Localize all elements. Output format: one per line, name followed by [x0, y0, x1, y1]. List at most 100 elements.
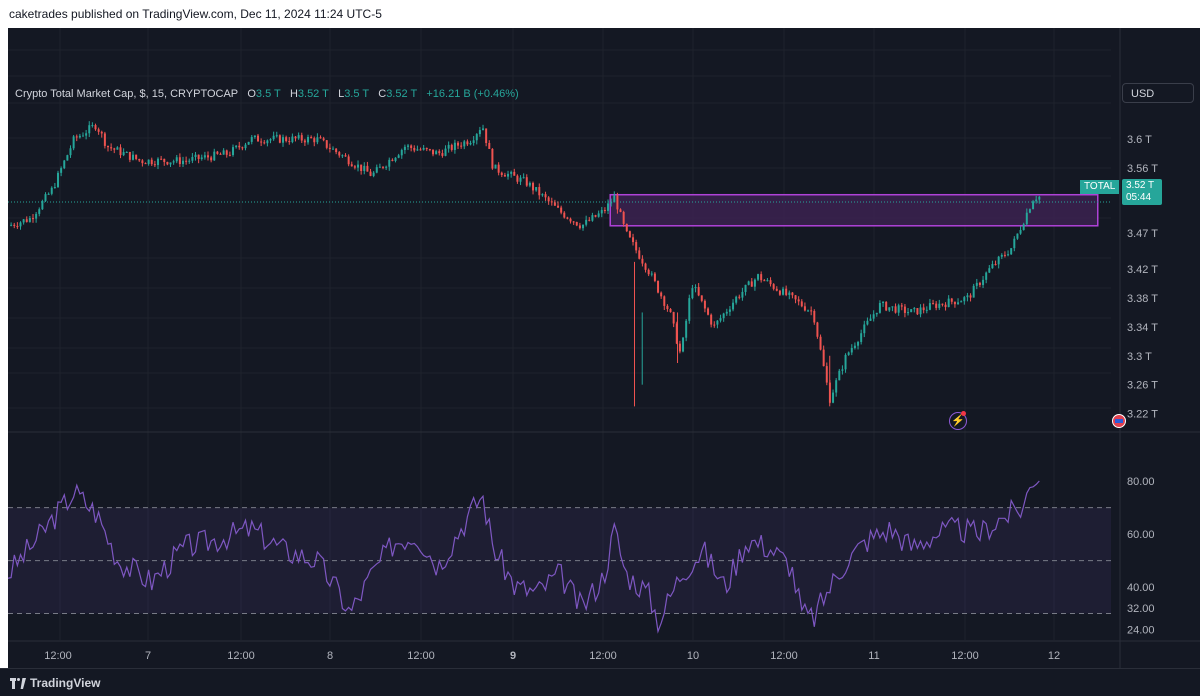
- candle: [903, 304, 906, 318]
- symbol-name[interactable]: Crypto Total Market Cap, $, 15, CRYPTOCA…: [15, 88, 238, 100]
- candle-body: [775, 288, 778, 291]
- candle-body: [472, 140, 475, 143]
- candle: [241, 146, 244, 151]
- candle: [732, 299, 735, 312]
- candle: [319, 135, 322, 139]
- candle-body: [213, 151, 216, 161]
- candle: [585, 215, 588, 227]
- candle-body: [807, 310, 810, 312]
- candle: [478, 126, 481, 137]
- candle: [994, 260, 997, 266]
- candle-body: [391, 159, 394, 161]
- candle-body: [894, 306, 897, 313]
- candle-body: [691, 288, 694, 299]
- candle-body: [1010, 248, 1013, 255]
- candle-body: [853, 345, 856, 348]
- chart-area[interactable]: 3.6 T 3.56 T 3.47 T 3.42 T 3.38 T 3.34 T 3.3 T…: [8, 28, 1200, 668]
- time-axis-label: 12:00: [589, 650, 617, 662]
- candle-body: [994, 264, 997, 266]
- candle: [850, 344, 853, 356]
- candle-body: [122, 152, 125, 156]
- candle-body: [328, 147, 331, 149]
- us-flag-icon[interactable]: [1112, 414, 1126, 428]
- candle-body: [316, 137, 319, 143]
- candle-body: [875, 312, 878, 315]
- candle: [935, 301, 938, 311]
- candle-body: [900, 305, 903, 307]
- time-axis[interactable]: 12:00 7 12:00 8 12:00 9 12:00 10 12:00 11 12:00 12: [8, 640, 1200, 662]
- candle: [191, 153, 194, 164]
- candle-body: [260, 141, 263, 143]
- candle-body: [350, 164, 353, 167]
- candle-body: [303, 140, 306, 143]
- candle-body: [700, 295, 703, 301]
- candle-body: [510, 171, 513, 174]
- candle-body: [250, 137, 253, 142]
- open-value: 3.5 T: [255, 88, 281, 100]
- publish-header: caketrades published on TradingView.com,…: [0, 0, 1200, 28]
- candle-body: [903, 306, 906, 313]
- candle-body: [672, 312, 675, 324]
- candle-body: [732, 302, 735, 310]
- candle: [50, 186, 53, 196]
- candle-body: [847, 352, 850, 355]
- candle: [372, 171, 375, 178]
- candle: [566, 216, 569, 220]
- candle: [453, 139, 456, 154]
- candle: [416, 145, 419, 151]
- candle: [110, 143, 113, 151]
- candle-body: [107, 145, 110, 148]
- candle-body: [41, 200, 44, 210]
- candle: [972, 283, 975, 298]
- rsi-axis[interactable]: 80.00 60.00 40.00 32.00 24.00: [1127, 476, 1155, 636]
- candle-body: [950, 298, 953, 302]
- candle: [10, 222, 13, 227]
- candle: [697, 283, 700, 297]
- candle: [225, 149, 228, 158]
- candle-body: [216, 151, 219, 154]
- rsi-axis-label: 40.00: [1127, 582, 1155, 594]
- candle-body: [703, 300, 706, 309]
- price-axis[interactable]: 3.6 T 3.56 T 3.47 T 3.42 T 3.38 T 3.34 T 3.3 T…: [1127, 134, 1158, 420]
- candle: [878, 300, 881, 314]
- candle-body: [594, 215, 597, 217]
- candle-body: [666, 305, 669, 309]
- candle: [763, 278, 766, 282]
- candle: [538, 183, 541, 200]
- candle: [688, 294, 691, 324]
- candle-body: [978, 282, 981, 285]
- candle-body: [119, 147, 122, 156]
- candle-body: [869, 318, 872, 321]
- candle: [738, 294, 741, 300]
- supply-zone-rectangle[interactable]: [609, 193, 1099, 227]
- candle: [863, 320, 866, 338]
- candle-body: [294, 136, 297, 139]
- candle: [578, 222, 581, 230]
- candle-body: [797, 299, 800, 302]
- candle-body: [207, 155, 210, 158]
- candle: [91, 122, 94, 128]
- candle: [888, 307, 891, 312]
- candle: [532, 181, 535, 195]
- candle-body: [707, 308, 710, 315]
- candle: [550, 197, 553, 206]
- candle-body: [272, 135, 275, 140]
- candle-body: [557, 205, 560, 208]
- candle-body: [494, 164, 497, 169]
- candle: [672, 311, 675, 328]
- candle-body: [482, 128, 485, 131]
- chart-canvas[interactable]: 3.6 T 3.56 T 3.47 T 3.42 T 3.38 T 3.34 T 3.3 T…: [8, 28, 1200, 668]
- candle: [741, 287, 744, 301]
- close-label: C: [378, 88, 387, 100]
- candle-body: [741, 291, 744, 298]
- currency-button[interactable]: USD: [1122, 83, 1194, 103]
- candle-body: [522, 177, 525, 179]
- candle: [753, 278, 756, 291]
- candle-body: [897, 305, 900, 313]
- candle-body: [972, 285, 975, 298]
- candle-body: [132, 154, 135, 160]
- candle-body: [66, 155, 69, 161]
- candle: [428, 148, 431, 152]
- candle: [266, 139, 269, 147]
- candle: [953, 301, 956, 308]
